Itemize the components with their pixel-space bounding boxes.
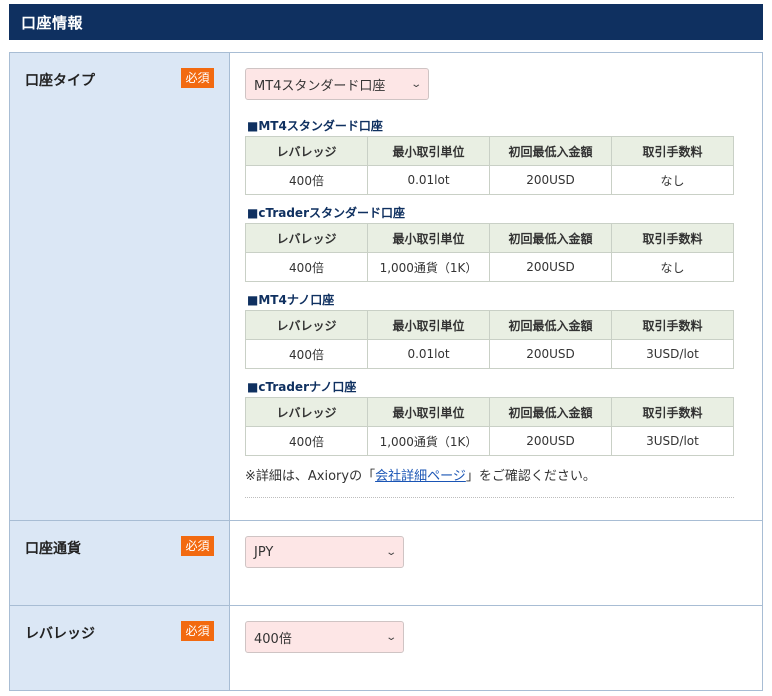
table-header-row: レバレッジ 最小取引単位 初回最低入金額 取引手数料 [245, 310, 734, 340]
account-type-select[interactable]: MT4スタンダード口座 ⌄ [245, 68, 429, 100]
plan-title: ■cTraderスタンダード口座 [247, 206, 405, 220]
leverage-label-cell: レバレッジ 必須 [10, 606, 230, 690]
leverage-selected: 400倍 [254, 631, 292, 647]
column-header: 取引手数料 [611, 136, 734, 166]
column-header: レバレッジ [245, 223, 368, 253]
column-header: 最小取引単位 [367, 397, 490, 427]
note-suffix: 」をご確認ください。 [465, 469, 596, 484]
table-cell: 1,000通貨（1K） [367, 252, 490, 282]
column-header: 取引手数料 [611, 310, 734, 340]
currency-selected: JPY [254, 544, 274, 560]
table-cell: 3USD/lot [611, 426, 734, 456]
column-header: 最小取引単位 [367, 310, 490, 340]
plan-title: ■MT4ナノ口座 [247, 293, 335, 307]
plan-spec-table: レバレッジ 最小取引単位 初回最低入金額 取引手数料 400倍 0.01lot 200USD… [245, 136, 734, 195]
plan-list: ■MT4スタンダード口座 レバレッジ 最小取引単位 初回最低入金額 取引手数料 400倍 0… [245, 117, 762, 456]
table-cell: 0.01lot [367, 339, 490, 369]
table-cell: 200USD [489, 339, 612, 369]
table-row: 400倍 0.01lot 200USD 3USD/lot [245, 339, 734, 369]
table-cell: 400倍 [245, 339, 368, 369]
plan-title: ■cTraderナノ口座 [247, 380, 357, 394]
account-type-label-cell: 口座タイプ 必須 [10, 53, 230, 520]
table-header-row: レバレッジ 最小取引単位 初回最低入金額 取引手数料 [245, 397, 734, 427]
table-row: 400倍 1,000通貨（1K） 200USD なし [245, 252, 734, 282]
leverage-row: レバレッジ 必須 400倍 ⌄ [10, 606, 763, 691]
column-header: 初回最低入金額 [489, 136, 612, 166]
column-header: 初回最低入金額 [489, 310, 612, 340]
column-header: 最小取引単位 [367, 223, 490, 253]
required-badge: 必須 [181, 536, 214, 556]
plan-spec-table: レバレッジ 最小取引単位 初回最低入金額 取引手数料 400倍 1,000通貨（1K） 20… [245, 223, 734, 282]
plan-spec-table: レバレッジ 最小取引単位 初回最低入金額 取引手数料 400倍 0.01lot 200USD… [245, 310, 734, 369]
account-form: 口座タイプ 必須 MT4スタンダード口座 ⌄ ■MT4スタンダード口座レバレッジ… [9, 52, 763, 691]
table-header-row: レバレッジ 最小取引単位 初回最低入金額 取引手数料 [245, 136, 734, 166]
section-title: 口座情報 [21, 14, 84, 32]
table-cell: 0.01lot [367, 165, 490, 195]
table-cell: 400倍 [245, 165, 368, 195]
details-note: ※詳細は、Axioryの「会社詳細ページ」をご確認ください。 [245, 465, 762, 484]
plan-title: ■MT4スタンダード口座 [247, 119, 383, 133]
account-type-row: 口座タイプ 必須 MT4スタンダード口座 ⌄ ■MT4スタンダード口座レバレッジ… [10, 53, 763, 521]
table-cell: 200USD [489, 165, 612, 195]
note-prefix: ※詳細は、Axioryの「 [245, 469, 376, 484]
column-header: レバレッジ [245, 397, 368, 427]
table-cell: 3USD/lot [611, 339, 734, 369]
table-cell: 200USD [489, 252, 612, 282]
dotted-divider [245, 497, 734, 498]
column-header: レバレッジ [245, 310, 368, 340]
table-cell: 200USD [489, 426, 612, 456]
column-header: 初回最低入金額 [489, 223, 612, 253]
currency-label-cell: 口座通貨 必須 [10, 521, 230, 605]
plan-spec-table: レバレッジ 最小取引単位 初回最低入金額 取引手数料 400倍 1,000通貨（1K） 20… [245, 397, 734, 456]
required-badge: 必須 [181, 621, 214, 641]
column-header: 初回最低入金額 [489, 397, 612, 427]
column-header: 最小取引単位 [367, 136, 490, 166]
required-badge: 必須 [181, 68, 214, 88]
currency-label: 口座通貨 [25, 541, 81, 557]
chevron-down-icon: ⌄ [384, 631, 397, 643]
table-cell: なし [611, 165, 734, 195]
table-cell: 400倍 [245, 426, 368, 456]
section-header: 口座情報 [9, 4, 763, 40]
column-header: 取引手数料 [611, 223, 734, 253]
leverage-value-cell: 400倍 ⌄ [230, 606, 763, 690]
account-type-value-cell: MT4スタンダード口座 ⌄ ■MT4スタンダード口座 レバレッジ 最小取引単位 初回最… [230, 53, 763, 520]
table-cell: なし [611, 252, 734, 282]
account-type-label: 口座タイプ [25, 73, 95, 89]
column-header: レバレッジ [245, 136, 368, 166]
account-type-selected: MT4スタンダード口座 [254, 78, 386, 94]
leverage-select[interactable]: 400倍 ⌄ [245, 621, 404, 653]
table-row: 400倍 1,000通貨（1K） 200USD 3USD/lot [245, 426, 734, 456]
currency-row: 口座通貨 必須 JPY ⌄ [10, 521, 763, 606]
chevron-down-icon: ⌄ [384, 546, 397, 558]
chevron-down-icon: ⌄ [409, 78, 422, 90]
table-header-row: レバレッジ 最小取引単位 初回最低入金額 取引手数料 [245, 223, 734, 253]
currency-value-cell: JPY ⌄ [230, 521, 763, 605]
currency-select[interactable]: JPY ⌄ [245, 536, 404, 568]
table-row: 400倍 0.01lot 200USD なし [245, 165, 734, 195]
leverage-label: レバレッジ [25, 626, 95, 642]
column-header: 取引手数料 [611, 397, 734, 427]
table-cell: 400倍 [245, 252, 368, 282]
company-details-link[interactable]: 会社詳細ページ [375, 469, 466, 484]
table-cell: 1,000通貨（1K） [367, 426, 490, 456]
